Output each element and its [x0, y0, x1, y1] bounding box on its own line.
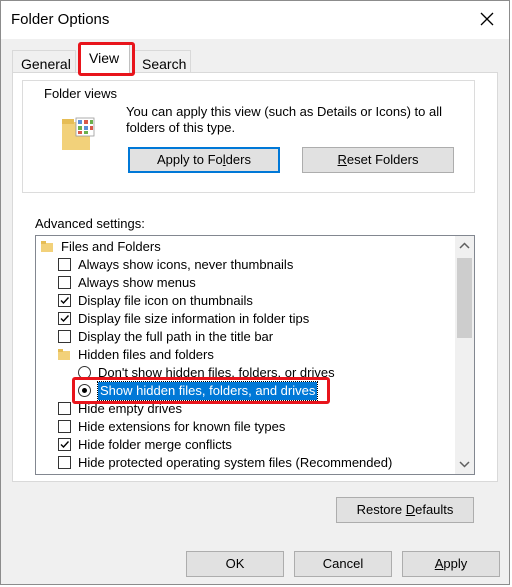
tab-view-label: View [89, 50, 120, 66]
tree-row-label: Files and Folders [61, 239, 161, 254]
checkmark-icon [60, 297, 70, 305]
apply-label-pre: Apply to Fo [157, 152, 223, 167]
tree-scrollbar[interactable] [455, 236, 474, 474]
apply-button[interactable]: Apply [402, 551, 500, 577]
tree-row-label: Hide empty drives [78, 401, 183, 416]
checkbox[interactable] [58, 438, 71, 451]
checkbox[interactable] [58, 276, 71, 289]
reset-folders-button[interactable]: Reset Folders [302, 147, 454, 173]
folder-views-description: You can apply this view (such as Details… [126, 104, 443, 135]
tree-row-label: Display file size information in folder … [78, 311, 310, 326]
tree-row-label: Display file icon on thumbnails [78, 293, 253, 308]
tree-row-label: Hide extensions for known file types [78, 419, 286, 434]
radio-dot [82, 388, 87, 393]
folder-views-icon [62, 117, 95, 150]
tree-row-label: Display the full path in the title bar [78, 329, 274, 344]
restore-label-pre: Restore [356, 502, 406, 517]
checkmark-icon [60, 315, 70, 323]
radio-button[interactable] [78, 384, 91, 397]
restore-defaults-button[interactable]: Restore Defaults [336, 497, 474, 523]
tab-general[interactable]: General [12, 50, 76, 74]
apply-to-folders-button[interactable]: Apply to Folders [128, 147, 280, 173]
restore-label-post: efaults [415, 502, 454, 517]
ok-button[interactable]: OK [186, 551, 284, 577]
tree-row-label: Hide folder merge conflicts [78, 437, 232, 452]
tree-row-label: Hidden files and folders [78, 347, 214, 362]
folder-icon [58, 349, 70, 360]
tab-search[interactable]: Search [133, 50, 191, 74]
checkbox[interactable] [58, 456, 71, 469]
folder-views-group-label: Folder views [40, 86, 121, 101]
tree-row-label: Don't show hidden files, folders, or dri… [98, 365, 335, 380]
close-icon [480, 12, 494, 26]
scroll-up-arrow-icon[interactable] [459, 241, 470, 251]
title-bar: Folder Options [1, 1, 509, 39]
reset-label-post: eset Folders [346, 152, 419, 167]
tab-general-label: General [21, 56, 71, 72]
close-button[interactable] [473, 7, 501, 33]
checkbox[interactable] [58, 312, 71, 325]
checkbox[interactable] [58, 330, 71, 343]
folder-icon [41, 241, 53, 252]
tree-row-label: Always show menus [78, 275, 196, 290]
scroll-down-arrow-icon[interactable] [459, 459, 470, 469]
checkbox[interactable] [58, 294, 71, 307]
apply-btn-post: pply [443, 556, 468, 571]
window-title: Folder Options [11, 11, 110, 28]
reset-label-accel: R [337, 152, 347, 167]
checkmark-icon [60, 441, 70, 449]
advanced-settings-label: Advanced settings: [35, 216, 145, 231]
restore-label-accel: D [405, 502, 416, 517]
tab-search-label: Search [142, 56, 187, 72]
checkbox[interactable] [58, 258, 71, 271]
tree-row-label: Always show icons, never thumbnails [78, 257, 294, 272]
tree-row-label: Show hidden files, folders, and drives [96, 381, 319, 401]
tab-view[interactable]: View [80, 44, 130, 74]
apply-label-post: ders [225, 152, 251, 167]
checkbox[interactable] [58, 420, 71, 433]
advanced-settings-tree[interactable]: Files and Folders Always show icons, neve… [35, 235, 475, 475]
tree-row-label: Hide protected operating system files (R… [78, 455, 393, 470]
radio-button[interactable] [78, 366, 91, 379]
scroll-thumb[interactable] [457, 258, 472, 338]
cancel-button[interactable]: Cancel [294, 551, 392, 577]
checkbox[interactable] [58, 402, 71, 415]
